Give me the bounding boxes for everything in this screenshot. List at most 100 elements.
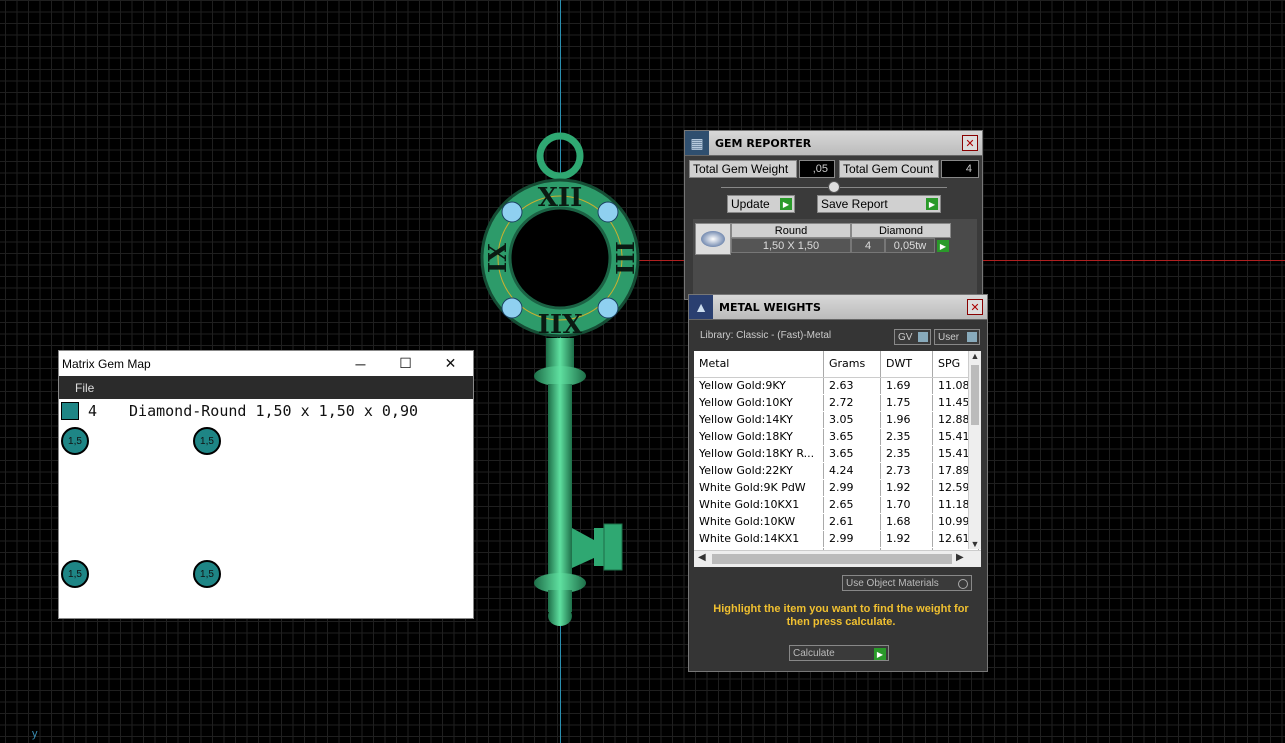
play-icon: ▶ — [874, 648, 886, 660]
metal-weights-title: METAL WEIGHTS — [719, 300, 821, 314]
table-cell: Yellow Gold:9KY — [694, 377, 824, 395]
calculate-label: Calculate — [793, 647, 835, 659]
table-cell: 3.65 — [823, 445, 881, 463]
scrollbar-thumb[interactable] — [971, 365, 979, 425]
key-pendant-model[interactable]: XII XII IX III — [460, 128, 660, 633]
table-cell: 2.63 — [823, 377, 881, 395]
calculate-hint: Highlight the item you want to find the … — [713, 603, 969, 628]
table-row[interactable]: White Gold:10KX1 2.65 1.70 11.18 — [694, 496, 979, 514]
gem-material: Diamond — [851, 223, 951, 238]
table-row[interactable]: Yellow Gold:18KY R... 3.65 2.35 15.41 — [694, 445, 979, 463]
save-report-label: Save Report — [821, 197, 888, 211]
column-header-grams[interactable]: Grams — [823, 351, 881, 378]
vertical-scrollbar[interactable]: ▲ ▼ — [968, 351, 981, 549]
table-row[interactable]: Yellow Gold:22KY 4.24 2.73 17.89 — [694, 462, 979, 480]
gem-map-title: Matrix Gem Map — [62, 356, 151, 371]
table-cell: Yellow Gold:10KY — [694, 394, 824, 412]
table-cell: 1.75 — [880, 394, 933, 412]
table-cell: 3.05 — [823, 411, 881, 429]
close-button[interactable]: ✕ — [428, 351, 473, 376]
gem-map-titlebar[interactable]: Matrix Gem Map ─ ☐ ✕ — [59, 351, 473, 376]
table-row[interactable]: Yellow Gold:9KY 2.63 1.69 11.08 — [694, 377, 979, 395]
table-cell: 1.92 — [880, 530, 933, 548]
table-cell: Yellow Gold:18KY R... — [694, 445, 824, 463]
gem-reporter-panel[interactable]: ▦ GEM REPORTER ✕ Total Gem Weight ,05 To… — [684, 130, 983, 300]
table-cell: 2.35 — [880, 445, 933, 463]
svg-text:III: III — [610, 241, 639, 275]
table-row[interactable]: Yellow Gold:18KY 3.65 2.35 15.41 — [694, 428, 979, 446]
use-object-materials-label: Use Object Materials — [846, 577, 939, 589]
gv-toggle[interactable]: GV — [894, 329, 931, 345]
maximize-button[interactable]: ☐ — [383, 351, 428, 376]
table-cell: 2.73 — [880, 462, 933, 480]
calculate-button[interactable]: Calculate ▶ — [789, 645, 889, 661]
play-icon[interactable]: ▶ — [937, 240, 949, 252]
total-gem-weight-value: ,05 — [799, 160, 835, 178]
table-cell: 2.61 — [823, 513, 881, 531]
svg-text:XII: XII — [538, 183, 583, 213]
update-button-label: Update — [731, 197, 770, 211]
table-row[interactable]: White Gold:10KW 2.61 1.68 10.99 — [694, 513, 979, 531]
scroll-up-icon[interactable]: ▲ — [969, 351, 981, 361]
table-cell: 3.65 — [823, 428, 881, 446]
svg-text:XII: XII — [538, 307, 583, 337]
close-icon[interactable]: ✕ — [967, 299, 983, 315]
close-icon[interactable]: ✕ — [962, 135, 978, 151]
column-header-dwt[interactable]: DWT — [880, 351, 933, 378]
table-row[interactable]: Yellow Gold:10KY 2.72 1.75 11.45 — [694, 394, 979, 412]
table-cell: White Gold:10KW — [694, 513, 824, 531]
user-toggle[interactable]: User — [934, 329, 980, 345]
toggle-icon — [918, 332, 928, 342]
user-label: User — [938, 331, 960, 343]
total-gem-count-value: 4 — [941, 160, 979, 178]
column-header-metal[interactable]: Metal — [694, 351, 824, 378]
collapse-toggle[interactable] — [828, 181, 840, 193]
gem-reporter-icon: ▦ — [685, 131, 709, 155]
gem-marker[interactable]: 1,5 — [61, 560, 89, 588]
gv-label: GV — [898, 331, 913, 343]
metal-weights-panel[interactable]: ▲ METAL WEIGHTS ✕ Library: Classic - (Fa… — [688, 294, 988, 672]
gem-size: 1,50 X 1,50 — [731, 238, 851, 253]
scroll-down-icon[interactable]: ▼ — [969, 539, 981, 549]
metal-table-grid: Metal Grams DWT SPG Yellow Gold:9KY 2.63 1… — [694, 351, 979, 565]
gem-weight: 0,05tw — [885, 238, 935, 253]
metal-weights-titlebar[interactable]: ▲ METAL WEIGHTS ✕ — [689, 295, 987, 320]
menu-file[interactable]: File — [59, 381, 94, 395]
minimize-button[interactable]: ─ — [338, 351, 383, 376]
table-cell: 2.72 — [823, 394, 881, 412]
gem-legend-count: 4 — [88, 402, 98, 420]
scroll-right-icon[interactable]: ▶ — [956, 552, 964, 563]
table-cell: Yellow Gold:14KY — [694, 411, 824, 429]
gem-map-menubar: File — [59, 376, 473, 399]
table-cell: 4.24 — [823, 462, 881, 480]
gem-count: 4 — [851, 238, 885, 253]
save-report-button[interactable]: Save Report ▶ — [817, 195, 941, 213]
play-icon: ▶ — [780, 198, 792, 210]
svg-text:IX: IX — [483, 243, 512, 273]
gem-marker[interactable]: 1,5 — [193, 560, 221, 588]
gem-color-swatch — [61, 402, 79, 420]
gem-reporter-titlebar[interactable]: ▦ GEM REPORTER ✕ — [685, 131, 982, 156]
use-object-materials-toggle[interactable]: Use Object Materials — [842, 575, 972, 591]
scroll-left-icon[interactable]: ◀ — [698, 552, 706, 563]
table-cell: 1.70 — [880, 496, 933, 514]
table-row[interactable]: Yellow Gold:14KY 3.05 1.96 12.88 — [694, 411, 979, 429]
library-label: Library: Classic - (Fast)-Metal — [700, 330, 832, 341]
horizontal-scrollbar[interactable]: ◀ ▶ — [694, 550, 981, 567]
scrollbar-thumb[interactable] — [712, 554, 952, 564]
gem-marker[interactable]: 1,5 — [61, 427, 89, 455]
table-cell: 1.68 — [880, 513, 933, 531]
table-cell: White Gold:9K PdW — [694, 479, 824, 497]
table-cell: 1.69 — [880, 377, 933, 395]
metal-table[interactable]: Metal Grams DWT SPG Yellow Gold:9KY 2.63 1… — [694, 351, 981, 567]
table-row[interactable]: White Gold:14KX1 2.99 1.92 12.61 — [694, 530, 979, 548]
gem-marker[interactable]: 1,5 — [193, 427, 221, 455]
table-cell: 1.96 — [880, 411, 933, 429]
table-cell: 2.65 — [823, 496, 881, 514]
table-cell: Yellow Gold:18KY — [694, 428, 824, 446]
gem-map-window[interactable]: Matrix Gem Map ─ ☐ ✕ File 4 Diamond-Roun… — [58, 350, 474, 619]
table-cell: White Gold:10KX1 — [694, 496, 824, 514]
table-cell: 2.99 — [823, 479, 881, 497]
update-button[interactable]: Update ▶ — [727, 195, 795, 213]
table-row[interactable]: White Gold:9K PdW 2.99 1.92 12.59 — [694, 479, 979, 497]
